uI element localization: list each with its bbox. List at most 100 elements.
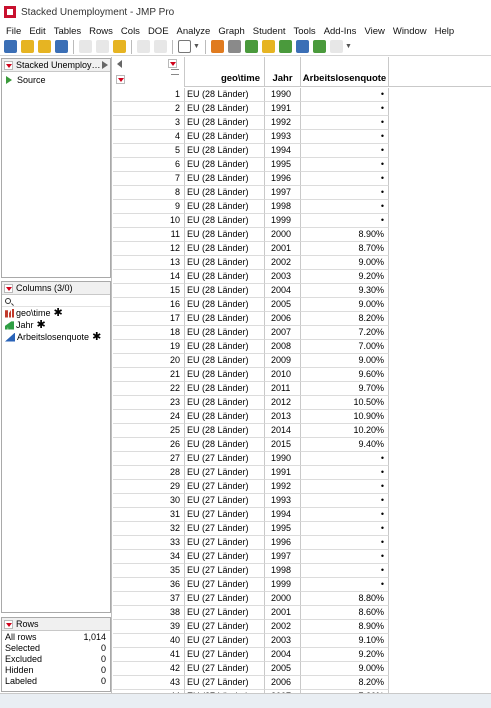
cell-arbeitslosenquote[interactable]: 9.70% [301, 382, 389, 396]
menu-rows[interactable]: Rows [85, 26, 117, 37]
table-row[interactable]: 15 EU (28 Länder) 2004 9.30% [113, 284, 491, 298]
run-script-icon[interactable] [312, 40, 326, 53]
row-number[interactable]: 18 [113, 326, 185, 340]
cell-geo[interactable]: EU (28 Länder) [185, 270, 265, 284]
column-item[interactable]: geo\time ✱ [2, 307, 110, 319]
table-row[interactable]: 10 EU (28 Länder) 1999 • [113, 214, 491, 228]
row-number[interactable]: 25 [113, 424, 185, 438]
red-triangle-menu-icon[interactable] [4, 619, 13, 629]
row-number[interactable]: 16 [113, 298, 185, 312]
cell-jahr[interactable]: 2005 [265, 298, 301, 312]
source-script[interactable]: Source [2, 72, 110, 85]
table-row[interactable]: 35 EU (27 Länder) 1998 • [113, 564, 491, 578]
cell-geo[interactable]: EU (28 Länder) [185, 116, 265, 130]
chevron-down-icon[interactable]: ▼ [345, 43, 352, 50]
cell-jahr[interactable]: 2003 [265, 634, 301, 648]
cell-geo[interactable]: EU (28 Länder) [185, 186, 265, 200]
row-number[interactable]: 28 [113, 466, 185, 480]
table-row[interactable]: 7 EU (28 Länder) 1996 • [113, 172, 491, 186]
cell-arbeitslosenquote[interactable]: • [301, 522, 389, 536]
cell-arbeitslosenquote[interactable]: 7.20% [301, 326, 389, 340]
table-row[interactable]: 37 EU (27 Länder) 2000 8.80% [113, 592, 491, 606]
cell-jahr[interactable]: 2001 [265, 242, 301, 256]
layout-icon[interactable] [154, 40, 167, 53]
open-file-icon[interactable] [38, 40, 51, 53]
cell-jahr[interactable]: 1992 [265, 480, 301, 494]
cell-jahr[interactable]: 1994 [265, 508, 301, 522]
cell-jahr[interactable]: 2006 [265, 676, 301, 690]
cell-geo[interactable]: EU (28 Länder) [185, 326, 265, 340]
cell-arbeitslosenquote[interactable]: 9.00% [301, 354, 389, 368]
cell-arbeitslosenquote[interactable]: 10.50% [301, 396, 389, 410]
open-folder-icon[interactable] [21, 40, 34, 53]
cell-jahr[interactable]: 1998 [265, 200, 301, 214]
row-number[interactable]: 2 [113, 102, 185, 116]
row-number[interactable]: 3 [113, 116, 185, 130]
cell-arbeitslosenquote[interactable]: 10.20% [301, 424, 389, 438]
row-selector-icon[interactable] [171, 69, 179, 75]
cell-arbeitslosenquote[interactable]: • [301, 158, 389, 172]
cell-geo[interactable]: EU (27 Länder) [185, 592, 265, 606]
cell-arbeitslosenquote[interactable]: • [301, 102, 389, 116]
table-row[interactable]: 29 EU (27 Länder) 1992 • [113, 480, 491, 494]
row-number[interactable]: 33 [113, 536, 185, 550]
row-number[interactable]: 13 [113, 256, 185, 270]
cell-geo[interactable]: EU (28 Länder) [185, 256, 265, 270]
cell-arbeitslosenquote[interactable]: 9.20% [301, 648, 389, 662]
fit-model-icon[interactable] [278, 40, 292, 53]
row-number[interactable]: 5 [113, 144, 185, 158]
table-row[interactable]: 6 EU (28 Länder) 1995 • [113, 158, 491, 172]
cell-jahr[interactable]: 1999 [265, 578, 301, 592]
cell-jahr[interactable]: 1996 [265, 536, 301, 550]
cell-jahr[interactable]: 2012 [265, 396, 301, 410]
table-row[interactable]: 2 EU (28 Länder) 1991 • [113, 102, 491, 116]
cell-arbeitslosenquote[interactable]: • [301, 200, 389, 214]
cell-jahr[interactable]: 2000 [265, 592, 301, 606]
row-number[interactable]: 24 [113, 410, 185, 424]
cell-jahr[interactable]: 2003 [265, 270, 301, 284]
cell-geo[interactable]: EU (27 Länder) [185, 466, 265, 480]
table-row[interactable]: 24 EU (28 Länder) 2013 10.90% [113, 410, 491, 424]
cell-geo[interactable]: EU (27 Länder) [185, 522, 265, 536]
table-row[interactable]: 31 EU (27 Länder) 1994 • [113, 508, 491, 522]
row-number[interactable]: 6 [113, 158, 185, 172]
row-number[interactable]: 22 [113, 382, 185, 396]
cell-arbeitslosenquote[interactable]: 8.90% [301, 228, 389, 242]
cell-geo[interactable]: EU (28 Länder) [185, 382, 265, 396]
cell-geo[interactable]: EU (28 Länder) [185, 354, 265, 368]
column-property-icon[interactable]: ✱ [92, 331, 101, 342]
row-number[interactable]: 1 [113, 88, 185, 102]
column-property-icon[interactable]: ✱ [37, 319, 46, 330]
cell-jahr[interactable]: 2001 [265, 606, 301, 620]
menu-graph[interactable]: Graph [214, 26, 248, 37]
cell-jahr[interactable]: 2000 [265, 228, 301, 242]
table-row[interactable]: 25 EU (28 Länder) 2014 10.20% [113, 424, 491, 438]
row-number[interactable]: 42 [113, 662, 185, 676]
table-row[interactable]: 39 EU (27 Länder) 2002 8.90% [113, 620, 491, 634]
cell-geo[interactable]: EU (27 Länder) [185, 620, 265, 634]
journal-icon[interactable] [137, 40, 150, 53]
row-number[interactable]: 34 [113, 550, 185, 564]
cell-arbeitslosenquote[interactable]: 8.70% [301, 242, 389, 256]
cell-geo[interactable]: EU (28 Länder) [185, 340, 265, 354]
cell-jahr[interactable]: 1992 [265, 116, 301, 130]
cell-geo[interactable]: EU (28 Länder) [185, 130, 265, 144]
cell-arbeitslosenquote[interactable]: 9.00% [301, 298, 389, 312]
cell-arbeitslosenquote[interactable]: • [301, 452, 389, 466]
red-triangle-menu-icon[interactable] [168, 59, 177, 68]
table-row[interactable]: 8 EU (28 Länder) 1997 • [113, 186, 491, 200]
table-row[interactable]: 16 EU (28 Länder) 2005 9.00% [113, 298, 491, 312]
menu-file[interactable]: File [2, 26, 25, 37]
menu-tables[interactable]: Tables [50, 26, 85, 37]
cell-jahr[interactable]: 1990 [265, 88, 301, 102]
row-number[interactable]: 10 [113, 214, 185, 228]
cell-geo[interactable]: EU (28 Länder) [185, 214, 265, 228]
cell-geo[interactable]: EU (28 Länder) [185, 158, 265, 172]
row-number[interactable]: 43 [113, 676, 185, 690]
cell-arbeitslosenquote[interactable]: • [301, 172, 389, 186]
cell-arbeitslosenquote[interactable]: 8.60% [301, 606, 389, 620]
menu-view[interactable]: View [360, 26, 388, 37]
cell-jahr[interactable]: 2002 [265, 256, 301, 270]
row-number[interactable]: 23 [113, 396, 185, 410]
table-row[interactable]: 4 EU (28 Länder) 1993 • [113, 130, 491, 144]
